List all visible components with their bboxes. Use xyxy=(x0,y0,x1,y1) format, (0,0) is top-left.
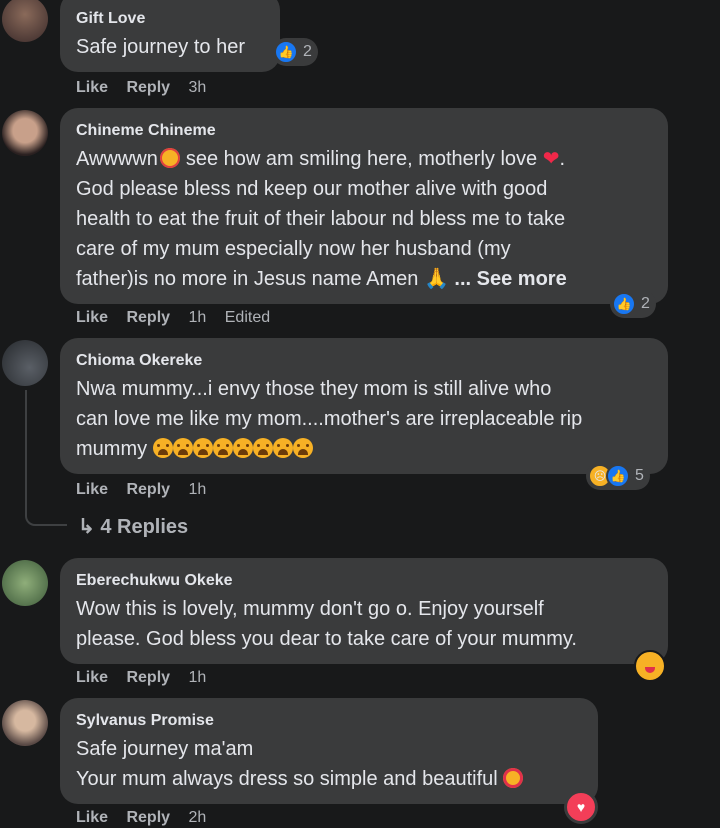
comment-author[interactable]: Eberechukwu Okeke xyxy=(76,572,233,590)
comment-bubble: Gift Love Safe journey to her xyxy=(60,0,280,72)
like-button[interactable]: Like xyxy=(76,809,108,826)
avatar[interactable] xyxy=(2,560,48,606)
replies-count-label: 4 Replies xyxy=(100,516,189,538)
like-button[interactable]: Like xyxy=(76,309,108,326)
comment-timestamp[interactable]: 3h xyxy=(189,79,207,96)
comment-text-line: Nwa mummy...i envy those they mom is sti… xyxy=(76,378,552,400)
avatar[interactable] xyxy=(2,700,48,746)
crying-emoji-icon xyxy=(292,438,313,458)
yum-emoji-icon[interactable] xyxy=(634,650,666,682)
comment-actions: Like Reply 1h xyxy=(76,481,220,499)
comment-text-line: Your mum always dress so simple and beau… xyxy=(76,764,524,794)
reaction-count: 5 xyxy=(635,467,644,484)
reaction-count: 2 xyxy=(303,43,312,60)
comment-timestamp[interactable]: 1h xyxy=(189,309,207,326)
comment-actions: Like Reply 1h Edited xyxy=(76,309,284,327)
comment-bubble: Sylvanus Promise Safe journey ma'am Your… xyxy=(60,698,598,804)
comment-actions: Like Reply 1h xyxy=(76,669,220,687)
comment-text-line: God please bless nd keep our mother aliv… xyxy=(76,178,548,200)
crying-emoji-icon xyxy=(252,438,273,458)
comment-author[interactable]: Gift Love xyxy=(76,10,145,28)
reaction-count: 2 xyxy=(641,295,650,312)
comment-bubble: Chineme Chineme Awwwwn see how am smiling… xyxy=(60,108,668,304)
like-reaction-icon: 👍 xyxy=(606,464,630,488)
crying-emoji-row xyxy=(152,438,313,460)
crying-emoji-icon xyxy=(232,438,253,458)
reply-button[interactable]: Reply xyxy=(126,481,170,498)
see-more-link[interactable]: ... See more xyxy=(454,268,566,290)
like-reaction-icon: 👍 xyxy=(274,40,298,64)
comment-author[interactable]: Chioma Okereke xyxy=(76,352,202,370)
comment-actions: Like Reply 3h xyxy=(76,79,220,97)
comment-timestamp[interactable]: 1h xyxy=(189,481,207,498)
reply-button[interactable]: Reply xyxy=(126,809,170,826)
comment-text-line: please. God bless you dear to take care … xyxy=(76,628,577,650)
comment-text: Safe journey to her xyxy=(76,36,245,58)
comment-bubble: Chioma Okereke Nwa mummy...i envy those … xyxy=(60,338,668,474)
comment-author[interactable]: Sylvanus Promise xyxy=(76,712,214,730)
reply-arrow-icon: ↳ xyxy=(78,516,95,538)
comment-text-line: care of my mum especially now her husban… xyxy=(76,238,511,260)
comment-bubble: Eberechukwu Okeke Wow this is lovely, mu… xyxy=(60,558,668,664)
reply-button[interactable]: Reply xyxy=(126,79,170,96)
heart-eyes-emoji-icon xyxy=(503,768,524,788)
avatar[interactable] xyxy=(2,0,48,42)
crying-emoji-icon xyxy=(152,438,173,458)
crying-emoji-icon xyxy=(172,438,193,458)
reaction-summary[interactable]: 👍 2 xyxy=(272,38,318,66)
comment-text-line: Wow this is lovely, mummy don't go o. En… xyxy=(76,598,544,620)
comment-actions: Like Reply 2h xyxy=(76,809,220,827)
comment-timestamp[interactable]: 2h xyxy=(189,809,207,826)
comment-timestamp[interactable]: 1h xyxy=(189,669,207,686)
reply-button[interactable]: Reply xyxy=(126,669,170,686)
red-heart-emoji-icon: ❤ xyxy=(542,148,560,170)
comment-text-line: health to eat the fruit of their labour … xyxy=(76,208,566,230)
comment-text-line: Safe journey ma'am xyxy=(76,738,254,760)
comment-author[interactable]: Chineme Chineme xyxy=(76,122,216,140)
like-button[interactable]: Like xyxy=(76,79,108,96)
like-reaction-icon: 👍 xyxy=(612,292,636,316)
comment-text-line: Awwwwn see how am smiling here, motherly … xyxy=(76,148,566,170)
smiling-hearts-emoji-icon xyxy=(159,148,180,168)
love-reaction-icon[interactable]: ♥ xyxy=(564,790,598,824)
reply-button[interactable]: Reply xyxy=(126,309,170,326)
crying-emoji-icon xyxy=(212,438,233,458)
like-button[interactable]: Like xyxy=(76,481,108,498)
avatar[interactable] xyxy=(2,110,48,156)
crying-emoji-icon xyxy=(192,438,213,458)
view-replies-link[interactable]: ↳ 4 Replies xyxy=(78,514,188,539)
edited-label: Edited xyxy=(224,309,271,326)
comment-text-line: father)is no more in Jesus name Amen 🙏 .… xyxy=(76,268,567,290)
like-button[interactable]: Like xyxy=(76,669,108,686)
comment-text-line: can love me like my mom....mother's are … xyxy=(76,408,583,430)
reaction-summary[interactable]: ☹ 👍 5 xyxy=(586,462,650,490)
comment-text-line: mummy xyxy=(76,434,313,464)
avatar[interactable] xyxy=(2,340,48,386)
praying-hands-emoji-icon: 🙏 xyxy=(423,268,449,290)
reaction-summary[interactable]: 👍 2 xyxy=(610,290,656,318)
crying-emoji-icon xyxy=(272,438,293,458)
